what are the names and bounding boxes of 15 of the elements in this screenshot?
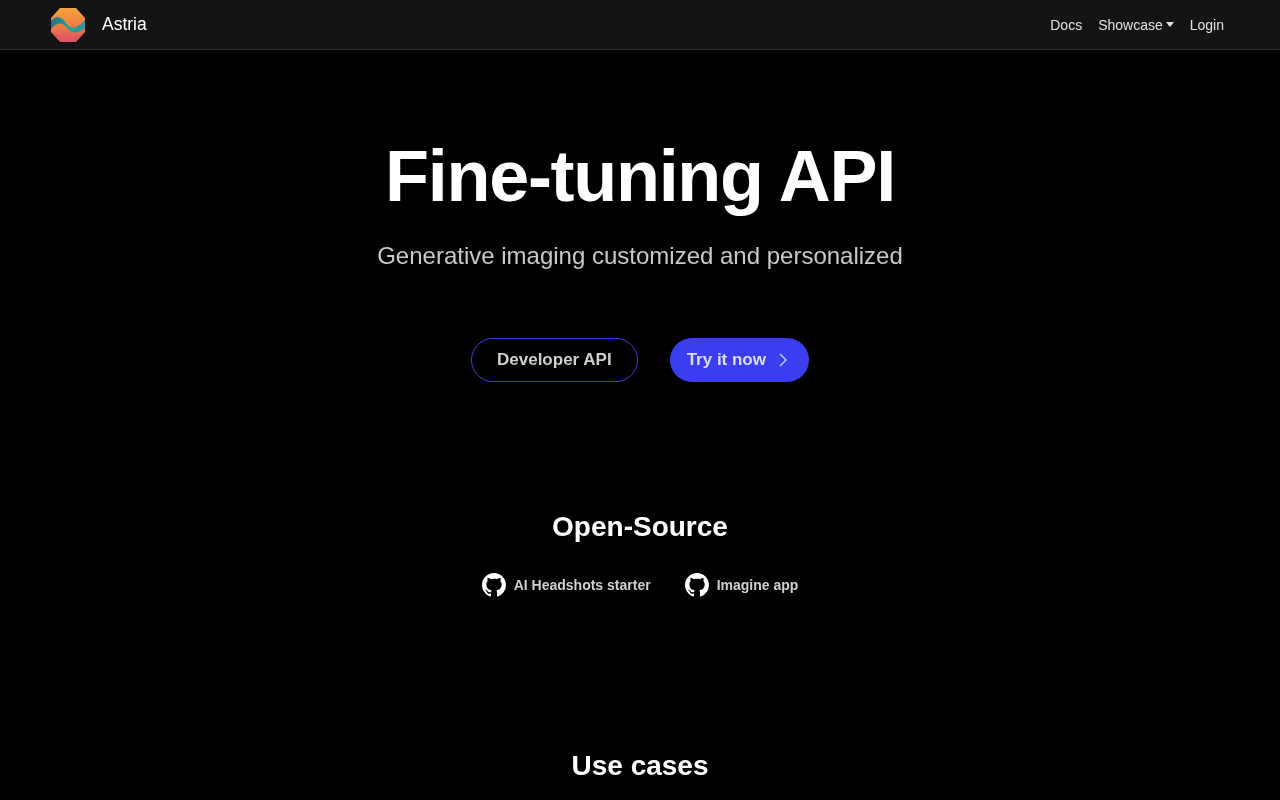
nav-link[interactable]: Docs [1042,8,1091,41]
github-icon [684,573,709,598]
chevron-right-icon [779,352,787,367]
repo-link[interactable]: AI Headshots starter [481,573,651,598]
brand-name[interactable]: Astria [102,14,147,35]
repo-link[interactable]: Imagine app [684,573,799,598]
github-icon [481,573,506,598]
hero-subtitle: Generative imaging customized and personalized [377,242,903,271]
nav-dropdown[interactable]: Showcase [1090,8,1182,41]
primary-button[interactable]: Try it now [669,337,809,382]
logo-icon[interactable] [50,6,86,43]
nav-link[interactable]: Login [1181,8,1232,41]
section-heading: Open-Source [552,509,728,544]
caret-icon [1165,22,1174,27]
section-heading: Use cases [571,749,709,783]
